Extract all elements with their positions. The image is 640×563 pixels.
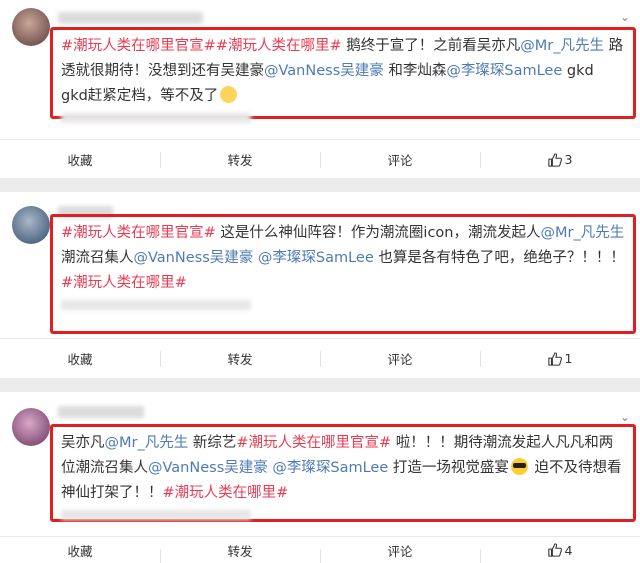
chevron-down-icon[interactable]: ⌄ bbox=[618, 410, 632, 424]
favorite-label: 收藏 bbox=[67, 543, 93, 559]
like-button[interactable]: 3 bbox=[480, 140, 640, 179]
thumbs-up-icon bbox=[547, 543, 562, 557]
mention-link[interactable]: @Mr_凡先生 bbox=[105, 435, 189, 451]
comment-label: 评论 bbox=[387, 352, 413, 367]
post-text: #潮玩人类在哪里官宣##潮玩人类在哪里# 鹅终于宣了！之前看吴亦凡@Mr_凡先生… bbox=[50, 27, 636, 123]
mention-link[interactable]: @李璨琛SamLee bbox=[272, 460, 388, 476]
post-card: ⌄ 吴亦凡@Mr_凡先生 新综艺#潮玩人类在哪里官宣# 啦！！！期待潮流发起人凡… bbox=[0, 392, 640, 563]
username-blurred bbox=[58, 12, 203, 24]
like-button[interactable]: 1 bbox=[480, 339, 640, 378]
hashtag-link[interactable]: #潮玩人类在哪里# bbox=[216, 38, 342, 54]
sunglasses-face-icon bbox=[510, 458, 528, 475]
comment-label: 评论 bbox=[387, 543, 413, 559]
like-button[interactable]: 4 bbox=[480, 537, 640, 563]
action-bar: 收藏 转发 评论 3 bbox=[0, 139, 640, 179]
post-text-fragment: 这是什么神仙阵容！作为潮流圈icon，潮流发起人 bbox=[215, 225, 541, 241]
mention-link[interactable]: @VanNess吴建豪 bbox=[134, 250, 254, 266]
mention-link[interactable]: @VanNess吴建豪 bbox=[148, 460, 268, 476]
post-text-fragment: 新综艺 bbox=[188, 435, 237, 451]
favorite-label: 收藏 bbox=[67, 153, 93, 168]
mention-link[interactable]: @李璨琛SamLee bbox=[258, 250, 374, 266]
post-card: ⌄ #潮玩人类在哪里官宣# 这是什么神仙阵容！作为潮流圈icon，潮流发起人@M… bbox=[0, 192, 640, 378]
sleepy-face-icon bbox=[220, 86, 238, 103]
comment-button[interactable]: 评论 bbox=[320, 537, 480, 563]
timestamp-blurred bbox=[61, 300, 251, 310]
post-text-fragment: 鹅终于宣了！之前看吴亦凡 bbox=[341, 38, 521, 54]
mention-link[interactable]: @Mr_凡先生 bbox=[540, 225, 624, 241]
thumbs-up-icon bbox=[547, 351, 562, 366]
repost-button[interactable]: 转发 bbox=[160, 537, 320, 563]
comment-button[interactable]: 评论 bbox=[320, 140, 480, 179]
mention-link[interactable]: @Mr_凡先生 bbox=[520, 38, 604, 54]
repost-label: 转发 bbox=[227, 543, 253, 559]
favorite-label: 收藏 bbox=[67, 352, 93, 367]
chevron-down-icon[interactable]: ⌄ bbox=[618, 10, 632, 24]
post-text: #潮玩人类在哪里官宣# 这是什么神仙阵容！作为潮流圈icon，潮流发起人@Mr_… bbox=[50, 214, 636, 334]
post-text-fragment: 吴亦凡 bbox=[61, 435, 105, 451]
mention-link[interactable]: @李璨琛SamLee bbox=[446, 63, 562, 79]
like-count: 1 bbox=[564, 351, 573, 366]
timestamp-blurred bbox=[61, 510, 251, 520]
action-bar: 收藏 转发 评论 1 bbox=[0, 338, 640, 378]
comment-label: 评论 bbox=[387, 153, 413, 168]
post-text-fragment: 也算是各有特色了吧，绝绝子？！！！ bbox=[373, 250, 625, 266]
thumbs-up-icon bbox=[547, 152, 562, 167]
action-bar: 收藏 转发 评论 4 bbox=[0, 536, 640, 563]
avatar[interactable] bbox=[12, 206, 50, 244]
timestamp-blurred bbox=[61, 113, 251, 123]
repost-label: 转发 bbox=[227, 352, 253, 367]
post-text-fragment: 潮流召集人 bbox=[61, 250, 134, 266]
repost-button[interactable]: 转发 bbox=[160, 339, 320, 378]
comment-button[interactable]: 评论 bbox=[320, 339, 480, 378]
favorite-button[interactable]: 收藏 bbox=[0, 140, 160, 179]
post-text-fragment: 和李灿森 bbox=[383, 63, 447, 79]
avatar[interactable] bbox=[12, 408, 50, 446]
repost-label: 转发 bbox=[227, 153, 253, 168]
hashtag-link[interactable]: #潮玩人类在哪里官宣# bbox=[61, 225, 216, 241]
like-count: 4 bbox=[564, 542, 573, 558]
weibo-feed: ⌄ #潮玩人类在哪里官宣##潮玩人类在哪里# 鹅终于宣了！之前看吴亦凡@Mr_凡… bbox=[0, 0, 640, 563]
post-text: 吴亦凡@Mr_凡先生 新综艺#潮玩人类在哪里官宣# 啦！！！期待潮流发起人凡凡和… bbox=[50, 424, 636, 522]
mention-link[interactable]: @VanNess吴建豪 bbox=[264, 63, 384, 79]
post-card: ⌄ #潮玩人类在哪里官宣##潮玩人类在哪里# 鹅终于宣了！之前看吴亦凡@Mr_凡… bbox=[0, 0, 640, 178]
repost-button[interactable]: 转发 bbox=[160, 140, 320, 179]
favorite-button[interactable]: 收藏 bbox=[0, 537, 160, 563]
avatar[interactable] bbox=[12, 8, 50, 46]
hashtag-link[interactable]: #潮玩人类在哪里官宣# bbox=[236, 435, 391, 451]
username-blurred bbox=[58, 406, 144, 418]
hashtag-link[interactable]: #潮玩人类在哪里官宣# bbox=[61, 38, 216, 54]
post-text-fragment: 打造一场视觉盛宴 bbox=[388, 460, 509, 476]
like-count: 3 bbox=[564, 152, 573, 167]
hashtag-link[interactable]: #潮玩人类在哪里# bbox=[163, 485, 289, 501]
favorite-button[interactable]: 收藏 bbox=[0, 339, 160, 378]
hashtag-link[interactable]: #潮玩人类在哪里# bbox=[61, 275, 187, 291]
